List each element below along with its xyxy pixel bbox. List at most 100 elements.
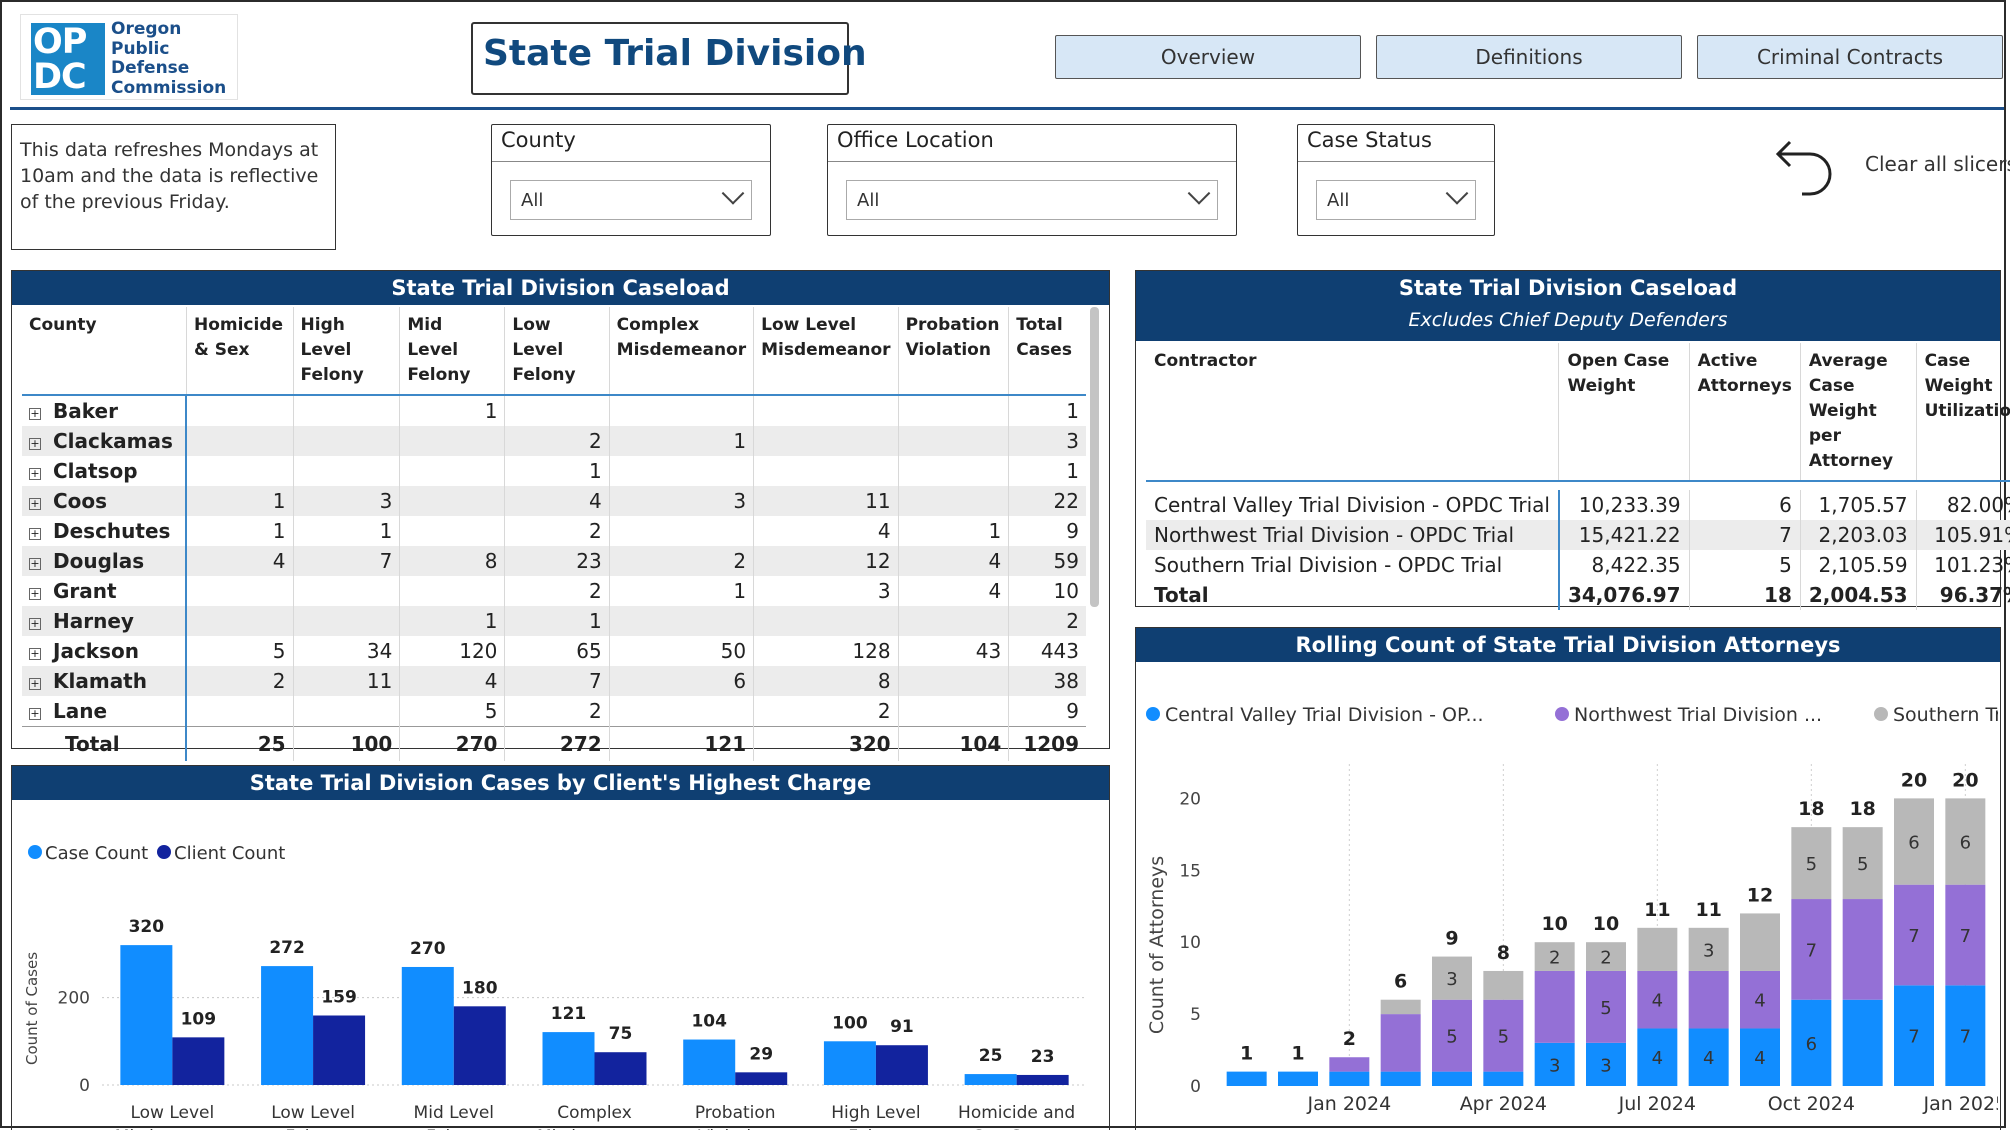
- value-cell: [897, 456, 1009, 486]
- county-name: Klamath: [53, 669, 147, 693]
- slicer-divider: [1298, 161, 1494, 162]
- value-cell: [897, 696, 1009, 727]
- county-slicer: County All: [491, 124, 771, 236]
- criminal-contracts-button[interactable]: Criminal Contracts: [1697, 35, 2003, 79]
- refresh-note: This data refreshes Mondays at 10am and …: [11, 124, 336, 250]
- value-cell: [185, 576, 294, 606]
- value-cell: 128: [753, 636, 899, 666]
- table-row[interactable]: + Jackson 5 34 120 65 50 128 43 443: [22, 636, 1086, 666]
- expand-icon[interactable]: +: [29, 498, 41, 510]
- bar-segment: [1226, 1071, 1267, 1086]
- expand-icon[interactable]: +: [29, 648, 41, 660]
- column-header[interactable]: Mid Level Felony: [399, 307, 505, 396]
- total-label: 9: [1445, 928, 1458, 950]
- x-tick-label: Oct 2024: [1768, 1093, 1855, 1115]
- expand-icon[interactable]: +: [29, 588, 41, 600]
- segment-label: 6: [1908, 833, 1919, 854]
- bar: [683, 1039, 736, 1085]
- table-scrollbar[interactable]: [1090, 307, 1099, 607]
- table-row[interactable]: Central Valley Trial Division - OPDC Tri…: [1146, 490, 2010, 520]
- value-cell: 1: [1008, 456, 1086, 486]
- county-slicer-label: County: [501, 128, 576, 152]
- column-header[interactable]: County: [22, 307, 187, 396]
- charge-chart-title: State Trial Division Cases by Client's H…: [12, 766, 1109, 800]
- value-cell: 5: [185, 636, 294, 666]
- table-row[interactable]: + Baker 1 1: [22, 395, 1086, 426]
- value-cell: 12: [753, 546, 899, 576]
- expand-icon[interactable]: +: [29, 558, 41, 570]
- value-cell: [753, 395, 899, 426]
- expand-icon[interactable]: +: [29, 528, 41, 540]
- county-name: Grant: [53, 579, 117, 603]
- county-dropdown[interactable]: All: [510, 180, 752, 220]
- expand-icon[interactable]: +: [29, 438, 41, 450]
- column-header[interactable]: Probation Violation: [897, 307, 1009, 396]
- expand-icon[interactable]: +: [29, 468, 41, 480]
- segment-label: 7: [1908, 926, 1919, 947]
- table-row[interactable]: + Clatsop 1 1: [22, 456, 1086, 486]
- column-header[interactable]: Contractor: [1146, 343, 1559, 482]
- table-row[interactable]: + Klamath 2 11 4 7 6 8 38: [22, 666, 1086, 696]
- office-dropdown[interactable]: All: [846, 180, 1218, 220]
- undo-arrow-icon[interactable]: [1768, 132, 1838, 202]
- value-cell: 2: [504, 696, 610, 727]
- value-cell: 2: [504, 426, 610, 456]
- column-header[interactable]: Low Level Misdemeanor: [753, 307, 899, 396]
- table-row[interactable]: + Grant 2 1 3 4 10: [22, 576, 1086, 606]
- total-cell: 104: [897, 726, 1009, 761]
- column-header[interactable]: Open Case Weight: [1558, 343, 1690, 482]
- segment-label: 3: [1703, 940, 1714, 961]
- table-row[interactable]: + Deschutes 1 1 2 4 1 9: [22, 516, 1086, 546]
- total-cell: 1209: [1008, 726, 1086, 761]
- value-cell: [753, 426, 899, 456]
- value-cell: 1,705.57: [1799, 490, 1917, 520]
- column-header[interactable]: Low Level Felony: [504, 307, 610, 396]
- segment-label: 2: [1549, 948, 1560, 969]
- column-header[interactable]: High Level Felony: [292, 307, 400, 396]
- value-cell: [185, 606, 294, 636]
- value-cell: 8: [753, 666, 899, 696]
- column-header[interactable]: Active Attorneys: [1688, 343, 1801, 482]
- bar: [823, 1041, 876, 1085]
- data-label: 23: [1031, 1047, 1055, 1067]
- status-dropdown[interactable]: All: [1316, 180, 1476, 220]
- column-header[interactable]: Case Weight Utilization: [1915, 343, 2010, 482]
- overview-button[interactable]: Overview: [1055, 35, 1361, 79]
- clear-all-slicers-button[interactable]: Clear all slicers: [1865, 152, 2010, 176]
- column-header[interactable]: Average Case Weight per Attorney: [1799, 343, 1917, 482]
- definitions-button[interactable]: Definitions: [1376, 35, 1682, 79]
- table-row[interactable]: Northwest Trial Division - OPDC Trial 15,…: [1146, 520, 2010, 550]
- segment-label: 3: [1600, 1055, 1611, 1076]
- county-cell: + Douglas: [22, 546, 187, 576]
- table-row[interactable]: + Clackamas 2 1 3: [22, 426, 1086, 456]
- expand-icon[interactable]: +: [29, 678, 41, 690]
- table-row[interactable]: + Douglas 4 7 8 23 2 12 4 59: [22, 546, 1086, 576]
- value-cell: 4: [753, 516, 899, 546]
- case-status-slicer: Case Status All: [1297, 124, 1495, 236]
- column-header[interactable]: Complex Misdemeanor: [608, 307, 754, 396]
- value-cell: 8,422.35: [1557, 550, 1690, 580]
- value-cell: [897, 395, 1009, 426]
- x-tick-label: Low LevelFelony: [271, 1103, 355, 1130]
- county-caseload-title: State Trial Division Caseload: [12, 271, 1109, 305]
- legend-label: Central Valley Trial Division - OP...: [1165, 704, 1484, 726]
- y-axis-label: Count of Cases: [23, 952, 41, 1065]
- table-row[interactable]: + Harney 1 1 2: [22, 606, 1086, 636]
- table-row[interactable]: Southern Trial Division - OPDC Trial 8,42…: [1146, 550, 2010, 580]
- segment-label: 6: [1806, 1034, 1817, 1055]
- county-name: Deschutes: [53, 519, 171, 543]
- segment-label: 7: [1960, 926, 1971, 947]
- county-cell: + Baker: [22, 395, 186, 426]
- table-row[interactable]: + Lane 5 2 2 9: [22, 696, 1086, 727]
- column-header[interactable]: Total Cases: [1008, 307, 1086, 396]
- value-cell: 59: [1008, 546, 1086, 576]
- value-cell: [399, 426, 505, 456]
- table-row[interactable]: + Coos 1 3 4 3 11 22: [22, 486, 1086, 516]
- expand-icon[interactable]: +: [29, 618, 41, 630]
- expand-icon[interactable]: +: [29, 708, 41, 720]
- status-dropdown-value: All: [1327, 190, 1350, 211]
- bar: [401, 966, 454, 1085]
- expand-icon[interactable]: +: [29, 408, 41, 420]
- column-header[interactable]: Homicide & Sex: [185, 307, 294, 396]
- contractor-cell: Central Valley Trial Division - OPDC Tri…: [1154, 493, 1550, 517]
